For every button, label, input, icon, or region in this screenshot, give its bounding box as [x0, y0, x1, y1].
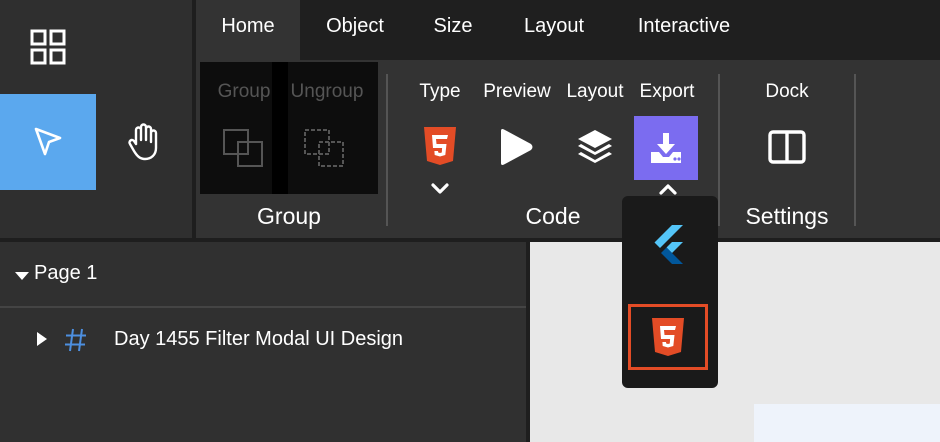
export-label: Export: [639, 81, 695, 102]
cursor-icon: [34, 127, 62, 156]
hand-tool-button[interactable]: [96, 94, 192, 190]
layers-icon: [578, 130, 612, 163]
split-panel-icon: [768, 130, 806, 164]
ungroup-icon: [304, 129, 344, 167]
group-button[interactable]: [222, 128, 266, 175]
export-flutter-option[interactable]: [652, 224, 686, 269]
html5-icon: [652, 318, 684, 356]
dock-button[interactable]: [768, 130, 806, 169]
caret-right-icon: [37, 332, 47, 346]
tab-home[interactable]: Home: [196, 0, 300, 60]
ungroup-button-label: Ungroup: [290, 81, 364, 102]
tab-object[interactable]: Object: [300, 0, 410, 60]
caret-down-icon: [15, 272, 29, 280]
frame-layer-label[interactable]: Day 1455 Filter Modal UI Design: [114, 328, 403, 351]
settings-section-label: Settings: [745, 203, 829, 229]
ribbon-divider: [386, 74, 388, 226]
chevron-down-icon: [431, 183, 449, 194]
layout-label: Layout: [566, 81, 624, 102]
tab-interactive[interactable]: Interactive: [612, 0, 756, 60]
download-icon: [651, 133, 681, 163]
group-button-label: Group: [217, 81, 271, 102]
ribbon-divider: [854, 74, 856, 226]
apps-grid-button[interactable]: [0, 0, 96, 94]
chevron-up-icon: [659, 184, 677, 195]
canvas-frame[interactable]: [754, 404, 940, 442]
layout-button[interactable]: [576, 128, 614, 171]
page-collapse-toggle[interactable]: [14, 268, 30, 286]
select-tool-button[interactable]: [0, 94, 96, 190]
preview-label: Preview: [483, 81, 551, 102]
code-section-label: Code: [525, 203, 581, 229]
ribbon-divider: [718, 74, 720, 226]
flutter-icon: [654, 225, 683, 264]
type-dropdown-chevron[interactable]: [430, 182, 450, 201]
page-item-label[interactable]: Page 1: [34, 262, 97, 285]
layers-divider: [0, 306, 526, 308]
html5-icon: [424, 127, 456, 165]
ungroup-button[interactable]: [303, 128, 347, 175]
frame-hash-icon: [64, 327, 88, 358]
group-section-label: Group: [257, 203, 321, 229]
preview-button[interactable]: [498, 128, 534, 171]
type-button[interactable]: [422, 126, 458, 171]
group-icon: [223, 129, 263, 167]
export-button[interactable]: [634, 116, 698, 180]
tab-layout[interactable]: Layout: [496, 0, 612, 60]
play-icon: [501, 129, 533, 165]
export-html-option[interactable]: [628, 304, 708, 370]
type-label: Type: [419, 81, 461, 102]
tab-size[interactable]: Size: [410, 0, 496, 60]
frame-expand-toggle[interactable]: [36, 331, 48, 352]
hash-icon: [65, 328, 86, 352]
grid-icon: [30, 29, 66, 65]
hand-icon: [128, 123, 158, 161]
dock-label: Dock: [765, 81, 809, 102]
